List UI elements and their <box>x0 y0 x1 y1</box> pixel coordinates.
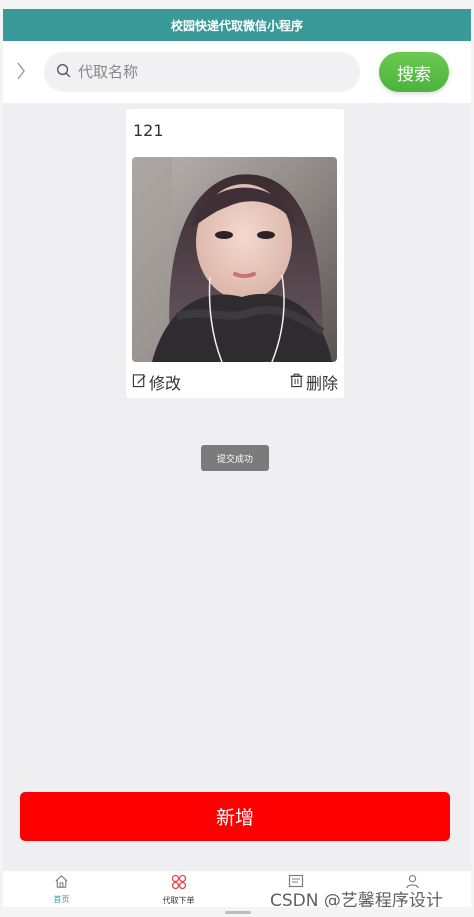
edit-label: 修改 <box>149 374 182 393</box>
edit-icon <box>132 373 147 392</box>
phone-screen: 校园快递代取微信小程序 搜索 121 <box>0 0 474 917</box>
item-card[interactable]: 121 修改 删除 <box>126 109 344 398</box>
chevron-right-icon[interactable] <box>11 57 31 85</box>
add-button-label: 新增 <box>215 807 254 829</box>
search-button[interactable]: 搜索 <box>379 52 449 92</box>
add-button[interactable]: 新增 <box>20 792 450 841</box>
search-input[interactable] <box>78 63 338 81</box>
app-title: 校园快递代取微信小程序 <box>170 18 303 33</box>
delete-label: 删除 <box>305 374 338 393</box>
app-title-bar: 校园快递代取微信小程序 <box>3 9 471 41</box>
tab-order[interactable]: 代取下单 <box>120 871 237 907</box>
search-input-wrapper[interactable] <box>44 52 360 92</box>
tab-home[interactable]: 首页 <box>3 871 120 907</box>
card-actions: 修改 删除 <box>132 371 338 393</box>
search-bar: 搜索 <box>3 41 471 103</box>
search-button-label: 搜索 <box>397 64 431 85</box>
tab-order-label: 代取下单 <box>162 896 195 905</box>
search-icon <box>56 63 71 82</box>
status-strip <box>3 0 471 9</box>
grid-icon <box>171 874 187 894</box>
tab-home-label: 首页 <box>53 895 70 904</box>
portrait-photo[interactable] <box>132 157 337 362</box>
home-icon <box>54 874 69 893</box>
card-title: 121 <box>133 121 164 140</box>
trash-icon <box>289 373 304 392</box>
home-indicator <box>225 911 251 914</box>
delete-button[interactable]: 删除 <box>289 370 338 394</box>
toast-text: 提交成功 <box>216 454 253 465</box>
toast-message: 提交成功 <box>201 445 269 471</box>
edit-button[interactable]: 修改 <box>132 370 181 394</box>
